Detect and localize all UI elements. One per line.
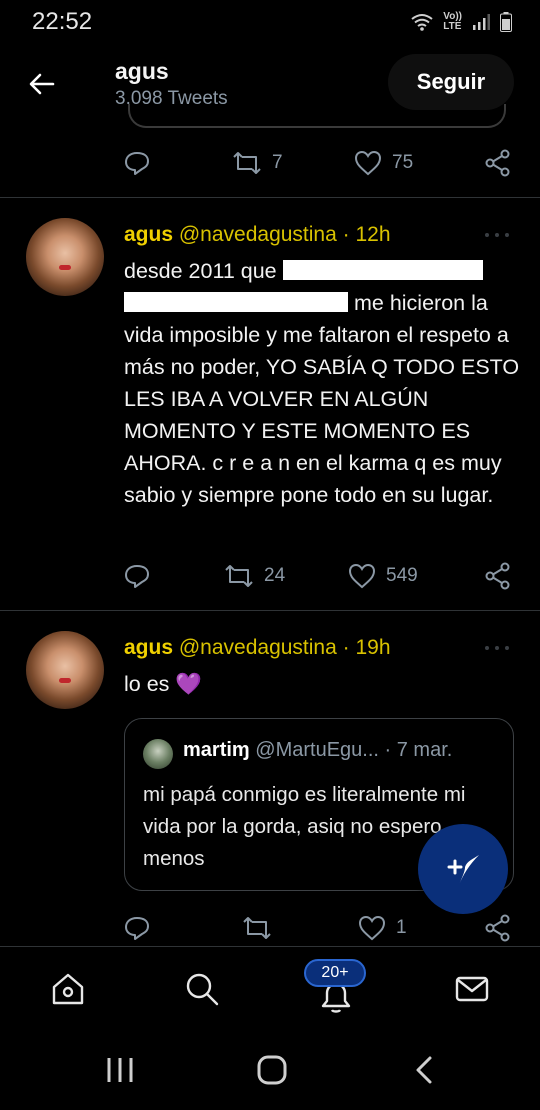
reply-icon: [125, 152, 149, 175]
home-icon: [52, 973, 84, 1005]
more-options-icon[interactable]: [484, 232, 510, 238]
share-icon: [485, 149, 510, 177]
redaction-bar: [124, 292, 348, 312]
avatar[interactable]: [26, 218, 104, 296]
nav-home[interactable]: [48, 969, 88, 1009]
reply-button[interactable]: [124, 908, 150, 948]
tweet-meta: agus @navedagustina · 19h: [124, 636, 391, 659]
quoted-meta: martiɱ @MartuEgu... · 7 mar.: [183, 739, 452, 762]
tweet-text: desde 2011 que me hicieron la vida impos…: [124, 259, 520, 507]
heart-icon: [348, 563, 376, 589]
like-button[interactable]: 75: [354, 143, 413, 183]
back-system-button[interactable]: [404, 1050, 444, 1090]
status-time: 22:52: [32, 8, 93, 35]
retweet-count: 24: [264, 565, 286, 586]
tweet-author-name[interactable]: agus: [124, 636, 173, 659]
like-button[interactable]: 1: [358, 908, 407, 948]
status-icons: Vo)) LTE: [411, 12, 512, 32]
like-button[interactable]: 549: [348, 556, 418, 596]
like-count: 1: [396, 917, 407, 938]
tweet-author-handle[interactable]: @navedagustina: [179, 636, 337, 659]
tweet-actions: 1: [0, 908, 540, 948]
reply-icon: [125, 917, 149, 940]
quoted-avatar: [143, 739, 173, 769]
more-options-icon[interactable]: [484, 645, 510, 651]
home-circle-icon: [257, 1055, 287, 1085]
redaction-bar: [282, 260, 483, 280]
tweet-meta: agus @navedagustina · 12h: [124, 223, 391, 246]
bottom-nav: 20+: [0, 946, 540, 1030]
reply-icon: [125, 565, 149, 588]
retweet-button[interactable]: [242, 908, 282, 948]
nav-messages[interactable]: [452, 969, 492, 1009]
quoted-author-name: martiɱ: [183, 739, 250, 761]
reply-button[interactable]: [124, 556, 150, 596]
share-button[interactable]: [484, 556, 512, 596]
heart-icon: [358, 915, 386, 941]
share-button[interactable]: [484, 143, 512, 183]
quoted-time: · 7 mar.: [378, 739, 453, 761]
home-system-button[interactable]: [252, 1050, 292, 1090]
header-name: agus: [115, 58, 169, 84]
system-nav-bar: [0, 1030, 540, 1110]
share-button[interactable]: [484, 908, 512, 948]
tweet-text: lo es 💜: [124, 672, 203, 696]
heart-icon: [354, 150, 382, 176]
retweet-icon: [225, 565, 253, 587]
share-icon: [485, 914, 510, 942]
status-bar: 22:52 Vo)) LTE: [0, 0, 540, 44]
chevron-left-icon: [416, 1056, 432, 1084]
retweet-button[interactable]: 7: [232, 143, 283, 183]
search-icon: [186, 973, 219, 1006]
volte-indicator: Vo)) LTE: [443, 11, 462, 32]
recent-apps-button[interactable]: [100, 1050, 140, 1090]
like-count: 549: [386, 565, 418, 586]
nav-search[interactable]: [182, 969, 222, 1009]
compose-tweet-button[interactable]: [418, 824, 508, 914]
tweet-1[interactable]: agus @navedagustina · 12h desde 2011 que…: [0, 198, 540, 610]
tweet-actions: 24 549: [0, 556, 540, 596]
signal-icon: [473, 14, 490, 30]
avatar[interactable]: [26, 631, 104, 709]
arrow-left-icon: [29, 73, 55, 95]
back-button[interactable]: [22, 64, 62, 104]
quoted-author-handle: @MartuEgu...: [255, 739, 379, 761]
recent-apps-icon: [107, 1058, 133, 1082]
retweet-button[interactable]: 24: [224, 556, 285, 596]
compose-feather-icon: [447, 855, 479, 885]
tweet-author-name[interactable]: agus: [124, 223, 173, 246]
notification-badge: 20+: [304, 959, 366, 987]
wifi-icon: [411, 14, 433, 31]
retweet-icon: [243, 917, 271, 939]
tweet-time: 19h: [355, 636, 391, 659]
tweet-time: 12h: [355, 223, 391, 246]
retweet-count: 7: [272, 152, 283, 173]
mail-icon: [455, 976, 489, 1002]
follow-button[interactable]: Seguir: [388, 54, 514, 110]
share-icon: [485, 562, 510, 590]
tweet-author-handle[interactable]: @navedagustina: [179, 223, 337, 246]
previous-quote-card-edge: [128, 104, 506, 128]
reply-button[interactable]: [124, 143, 150, 183]
battery-icon: [500, 12, 512, 32]
like-count: 75: [392, 152, 414, 173]
retweet-icon: [233, 152, 261, 174]
prev-tweet-actions: 7 75: [0, 143, 540, 183]
